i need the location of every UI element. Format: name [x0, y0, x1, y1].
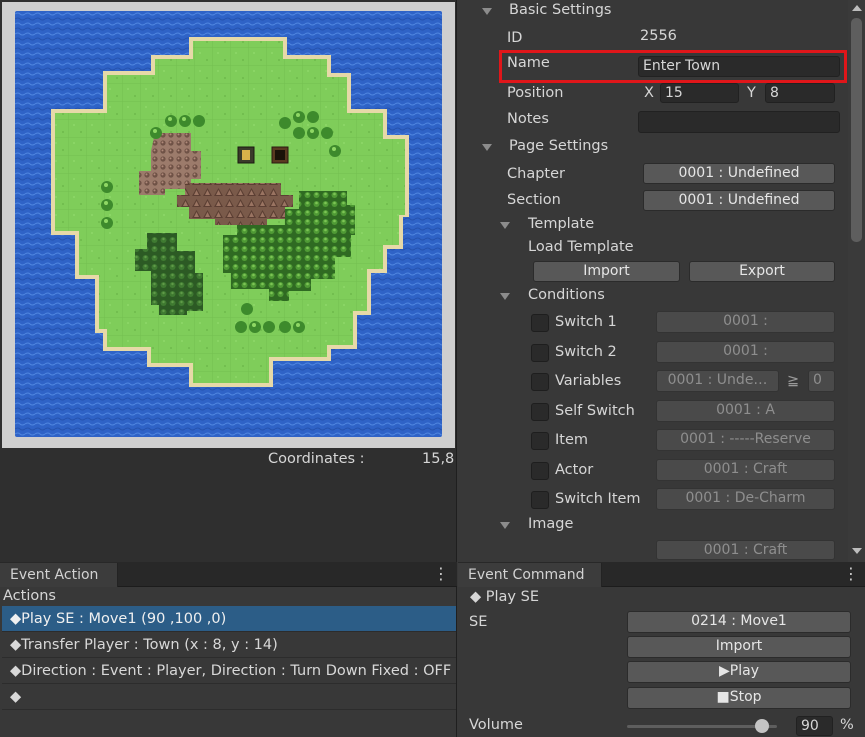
scrollbar-down-icon[interactable]	[852, 548, 862, 554]
coordinates-label: Coordinates :	[268, 451, 365, 467]
foldout-arrow-icon[interactable]	[500, 522, 510, 529]
se-import-button[interactable]: Import	[627, 636, 851, 658]
scrollbar-thumb[interactable]	[851, 18, 862, 242]
condition-label: Actor	[555, 462, 594, 478]
tab-event-command[interactable]: Event Command	[458, 563, 602, 587]
actor-select[interactable]: 0001 : Craft	[656, 459, 835, 481]
condition-label: Switch 1	[555, 314, 617, 330]
item-select[interactable]: 0001 : -----Reserve	[656, 429, 835, 451]
se-select[interactable]: 0214 : Move1	[627, 611, 851, 633]
name-field[interactable]: Enter Town	[638, 56, 840, 77]
action-row[interactable]: ◆	[2, 684, 456, 710]
scrollbar-up-icon[interactable]	[852, 5, 862, 11]
position-x-field[interactable]: 15	[660, 83, 739, 103]
self-switch-checkbox[interactable]	[531, 403, 549, 421]
condition-label: Switch Item	[555, 491, 641, 507]
id-value: 2556	[640, 28, 677, 44]
position-y-label: Y	[747, 85, 756, 101]
variables-select[interactable]: 0001 : Unde…	[656, 370, 779, 392]
switch-item-checkbox[interactable]	[531, 491, 549, 509]
inspector-scrollbar[interactable]	[848, 0, 865, 562]
tab-event-action[interactable]: Event Action	[0, 563, 118, 587]
action-row[interactable]: ◆Direction : Event : Player, Direction :…	[2, 658, 456, 684]
template-import-button[interactable]: Import	[533, 261, 680, 282]
variables-amount-field[interactable]: 0	[808, 370, 835, 392]
more-menu-icon[interactable]: ⋮	[433, 566, 449, 582]
page-settings-header[interactable]: Page Settings	[509, 138, 608, 154]
condition-label: Switch 2	[555, 344, 617, 360]
foldout-arrow-icon[interactable]	[500, 293, 510, 300]
event-action-panel: Event Action ⋮ Actions ◆Play SE : Move1 …	[0, 562, 457, 737]
condition-label: Self Switch	[555, 403, 635, 419]
switch-item-select[interactable]: 0001 : De-Charm	[656, 488, 835, 510]
more-menu-icon[interactable]: ⋮	[843, 566, 859, 582]
template-header[interactable]: Template	[528, 216, 594, 232]
action-row[interactable]: ◆Transfer Player : Town (x : 8, y : 14)	[2, 632, 456, 658]
se-label: SE	[469, 614, 488, 630]
section-select[interactable]: 0001 : Undefined	[643, 190, 835, 211]
item-checkbox[interactable]	[531, 432, 549, 450]
volume-field[interactable]: 90	[796, 716, 833, 736]
map-panel: Coordinates : 15,8	[0, 0, 457, 562]
volume-slider-thumb[interactable]	[755, 719, 769, 733]
switch2-select[interactable]: 0001 :	[656, 341, 835, 363]
load-template-label: Load Template	[528, 239, 634, 255]
coordinates-value: 15,8	[422, 451, 455, 467]
command-title: ◆ Play SE	[470, 589, 539, 605]
foldout-arrow-icon[interactable]	[482, 144, 492, 151]
basic-settings-header[interactable]: Basic Settings	[509, 2, 611, 18]
actions-label: Actions	[3, 588, 56, 604]
notes-field[interactable]	[638, 111, 840, 133]
foldout-arrow-icon[interactable]	[500, 222, 510, 229]
condition-label: Item	[555, 432, 589, 448]
position-label: Position	[507, 85, 564, 101]
stop-button[interactable]: ■Stop	[627, 687, 851, 709]
inspector-panel: Basic Settings ID 2556 Name Enter Town P…	[458, 0, 865, 562]
section-label: Section	[507, 192, 561, 208]
play-button[interactable]: ▶Play	[627, 661, 851, 683]
name-label: Name	[507, 55, 550, 71]
switch1-checkbox[interactable]	[531, 314, 549, 332]
action-row-selected[interactable]: ◆Play SE : Move1 (90 ,100 ,0)	[2, 606, 456, 632]
foldout-arrow-icon[interactable]	[482, 8, 492, 15]
position-y-field[interactable]: 8	[765, 83, 835, 103]
id-label: ID	[507, 30, 523, 46]
image-header[interactable]: Image	[528, 516, 573, 532]
conditions-header[interactable]: Conditions	[528, 287, 605, 303]
switch1-select[interactable]: 0001 :	[656, 311, 835, 333]
actor-checkbox[interactable]	[531, 462, 549, 480]
template-export-button[interactable]: Export	[689, 261, 835, 282]
position-x-label: X	[644, 85, 654, 101]
chapter-select[interactable]: 0001 : Undefined	[643, 163, 835, 184]
variables-operator: ≧	[787, 373, 800, 389]
notes-label: Notes	[507, 111, 549, 127]
self-switch-select[interactable]: 0001 : A	[656, 400, 835, 422]
volume-unit: %	[840, 717, 854, 733]
map-preview[interactable]	[15, 11, 442, 437]
event-command-panel: Event Command ⋮ ◆ Play SE SE 0214 : Move…	[458, 562, 865, 737]
condition-label: Variables	[555, 373, 622, 389]
image-select[interactable]: 0001 : Craft	[656, 540, 835, 560]
map-canvas	[15, 11, 442, 437]
volume-label: Volume	[469, 717, 523, 733]
switch2-checkbox[interactable]	[531, 344, 549, 362]
variables-checkbox[interactable]	[531, 373, 549, 391]
chapter-label: Chapter	[507, 166, 565, 182]
